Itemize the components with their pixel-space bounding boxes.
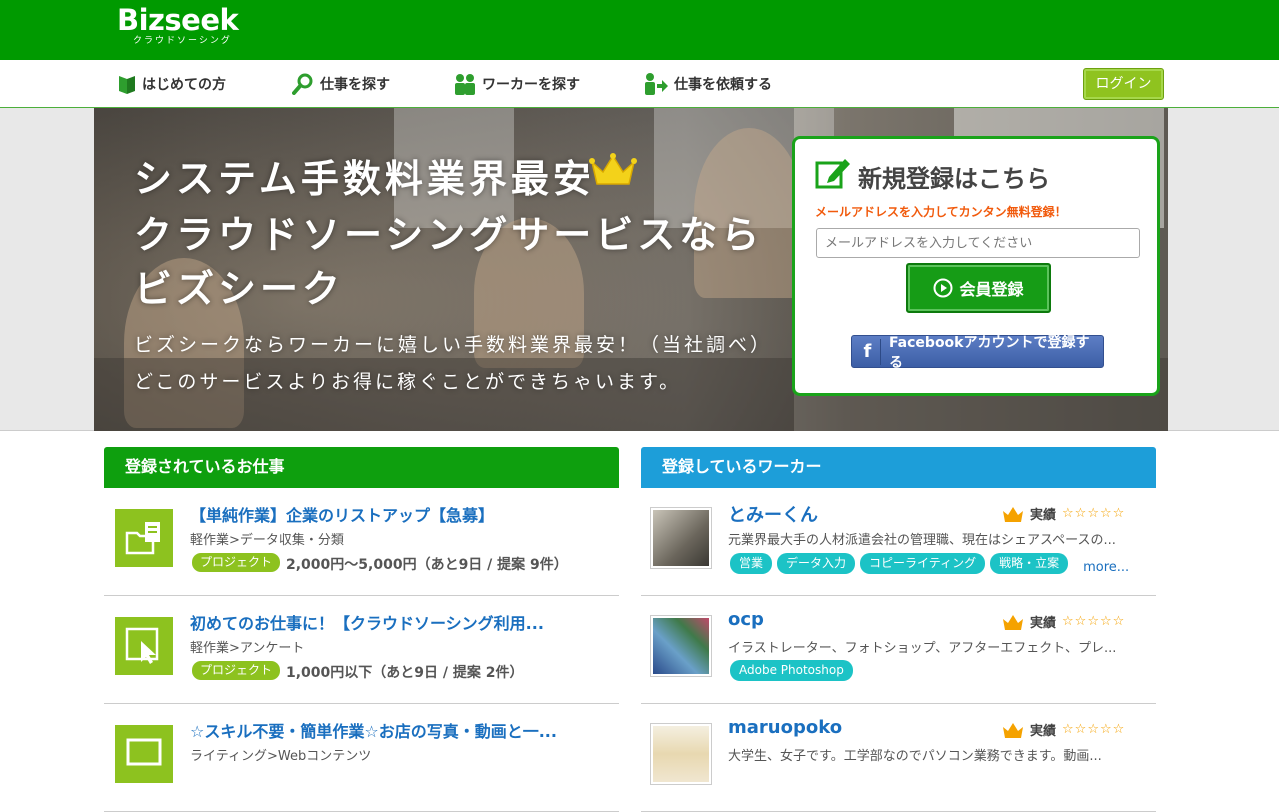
people-icon — [455, 74, 475, 95]
logo-subtext: クラウドソーシング — [133, 36, 232, 46]
worker-rating: 実績 ☆☆☆☆☆ — [1002, 720, 1125, 739]
job-category: 軽作業>データ収集・分類 — [190, 533, 344, 548]
worker-row[interactable]: maruopoko 実績 ☆☆☆☆☆ 大学生、女子です。工学部なのでパソコン業務… — [641, 704, 1156, 812]
edit-pencil-icon — [815, 159, 850, 189]
rating-label: 実績 — [1030, 724, 1057, 739]
site-header: Bizseek クラウドソーシング — [0, 0, 1279, 60]
signup-panel: 新規登録はこちら メールアドレスを入力してカンタン無料登録！ 会員登録 f Fa… — [792, 136, 1160, 396]
facebook-icon: f — [855, 338, 881, 365]
job-row[interactable]: 初めてのお仕事に！【クラウドソーシング利用... 軽作業>アンケート プロジェク… — [104, 596, 619, 704]
jobs-section-heading: 登録されているお仕事 — [104, 447, 619, 488]
avatar[interactable] — [650, 723, 712, 785]
hero-subtext-1: ビズシークならワーカーに嬉しい手数料業界最安！（当社調べ） — [134, 334, 773, 356]
skill-tag[interactable]: データ入力 — [777, 553, 856, 574]
rating-label: 実績 — [1030, 616, 1057, 631]
hero-headline-3: ビズシーク — [134, 267, 345, 311]
job-row[interactable]: ☆スキル不要・簡単作業☆お店の写真・動画と一... ライティング>Webコンテン… — [104, 704, 619, 812]
job-title[interactable]: 初めてのお仕事に！【クラウドソーシング利用... — [190, 610, 544, 634]
crown-badge-icon — [1003, 506, 1023, 522]
monitor-icon — [115, 725, 173, 783]
signup-note: メールアドレスを入力してカンタン無料登録！ — [815, 205, 1067, 219]
worker-name[interactable]: maruopoko — [728, 717, 842, 738]
email-input[interactable] — [816, 228, 1140, 258]
job-title[interactable]: ☆スキル不要・簡単作業☆お店の写真・動画と一... — [190, 718, 557, 742]
skill-tag[interactable]: 営業 — [730, 553, 773, 574]
nav-find-jobs[interactable]: 仕事を探す — [292, 72, 390, 96]
facebook-signup-button[interactable]: f Facebookアカウントで登録する — [851, 335, 1104, 371]
nav-beginners-label: はじめての方 — [142, 77, 226, 93]
search-icon — [292, 73, 313, 95]
workers-section-heading: 登録しているワーカー — [641, 447, 1156, 488]
register-button-label: 会員登録 — [959, 280, 1024, 299]
logo-text: Bizseek — [117, 3, 239, 37]
crown-badge-icon — [1003, 614, 1023, 630]
star-rating: ☆☆☆☆☆ — [1062, 614, 1126, 629]
person-arrow-icon — [645, 73, 668, 95]
worker-rating: 実績 ☆☆☆☆☆ — [1002, 612, 1125, 631]
hero-subtext-2: どこのサービスよりお得に稼ぐことができちゃいます。 — [134, 371, 682, 393]
skill-tag[interactable]: 戦略・立案 — [990, 553, 1069, 574]
more-skills-link[interactable]: more... — [1083, 560, 1129, 575]
cursor-click-icon — [115, 617, 173, 675]
job-category: ライティング>Webコンテンツ — [190, 749, 372, 764]
job-type-badge: プロジェクト — [192, 553, 281, 572]
avatar[interactable] — [650, 615, 712, 677]
nav-beginners[interactable]: はじめての方 — [118, 72, 226, 96]
job-type-badge: プロジェクト — [192, 661, 281, 680]
worker-rating: 実績 ☆☆☆☆☆ — [1002, 504, 1125, 523]
job-title[interactable]: 【単純作業】企業のリストアップ【急募】 — [190, 502, 494, 526]
worker-description: 大学生、女子です。工学部なのでパソコン業務できます。動画... — [728, 749, 1102, 764]
nav-find-workers[interactable]: ワーカーを探す — [454, 72, 580, 96]
job-price: 2,000円〜5,000円（あと9日 / 提案 9件） — [286, 557, 568, 573]
crown-badge-icon — [1003, 722, 1023, 738]
star-rating: ☆☆☆☆☆ — [1062, 722, 1126, 737]
job-price: 1,000円以下（あと9日 / 提案 2件） — [286, 665, 524, 681]
hero-headline-1: システム手数料業界最安 — [134, 157, 595, 201]
worker-name[interactable]: ocp — [728, 609, 764, 630]
skill-tag[interactable]: コピーライティング — [860, 553, 986, 574]
worker-description: イラストレーター、フォトショップ、アフターエフェクト、プレ... — [728, 641, 1117, 656]
folder-document-icon — [115, 509, 173, 567]
job-category: 軽作業>アンケート — [190, 641, 305, 656]
play-circle-icon — [933, 278, 953, 298]
crown-icon — [589, 153, 637, 185]
worker-row[interactable]: ocp 実績 ☆☆☆☆☆ イラストレーター、フォトショップ、アフターエフェクト、… — [641, 596, 1156, 704]
main-nav: はじめての方 仕事を探す ワーカーを探す 仕事を依頼する ログイン — [0, 60, 1279, 108]
skill-tags: 営業 データ入力 コピーライティング 戦略・立案 more... — [730, 552, 1129, 575]
nav-post-job[interactable]: 仕事を依頼する — [644, 72, 772, 96]
rating-label: 実績 — [1030, 508, 1057, 523]
worker-name[interactable]: とみーくん — [728, 501, 818, 527]
worker-row[interactable]: とみーくん 実績 ☆☆☆☆☆ 元業界最大手の人材派遣会社の管理職、現在はシェアス… — [641, 488, 1156, 596]
skill-tag[interactable]: Adobe Photoshop — [730, 660, 853, 681]
skill-tags: Adobe Photoshop — [730, 660, 853, 681]
register-button[interactable]: 会員登録 — [906, 263, 1051, 313]
bizseek-logo[interactable]: Bizseek クラウドソーシング — [117, 3, 239, 46]
facebook-signup-label: Facebookアカウントで登録する — [888, 334, 1090, 371]
nav-find-jobs-label: 仕事を探す — [320, 77, 390, 93]
nav-post-job-label: 仕事を依頼する — [674, 77, 772, 93]
avatar[interactable] — [650, 507, 712, 569]
nav-find-workers-label: ワーカーを探す — [482, 77, 580, 93]
job-row[interactable]: 【単純作業】企業のリストアップ【急募】 軽作業>データ収集・分類 プロジェクト … — [104, 488, 619, 596]
signup-title: 新規登録はこちら — [858, 165, 1050, 193]
book-icon — [119, 76, 135, 94]
star-rating: ☆☆☆☆☆ — [1062, 506, 1126, 521]
hero-headline-2: クラウドソーシングサービスなら — [134, 213, 764, 257]
worker-description: 元業界最大手の人材派遣会社の管理職、現在はシェアスペースの... — [728, 533, 1116, 548]
login-button[interactable]: ログイン — [1083, 68, 1164, 100]
